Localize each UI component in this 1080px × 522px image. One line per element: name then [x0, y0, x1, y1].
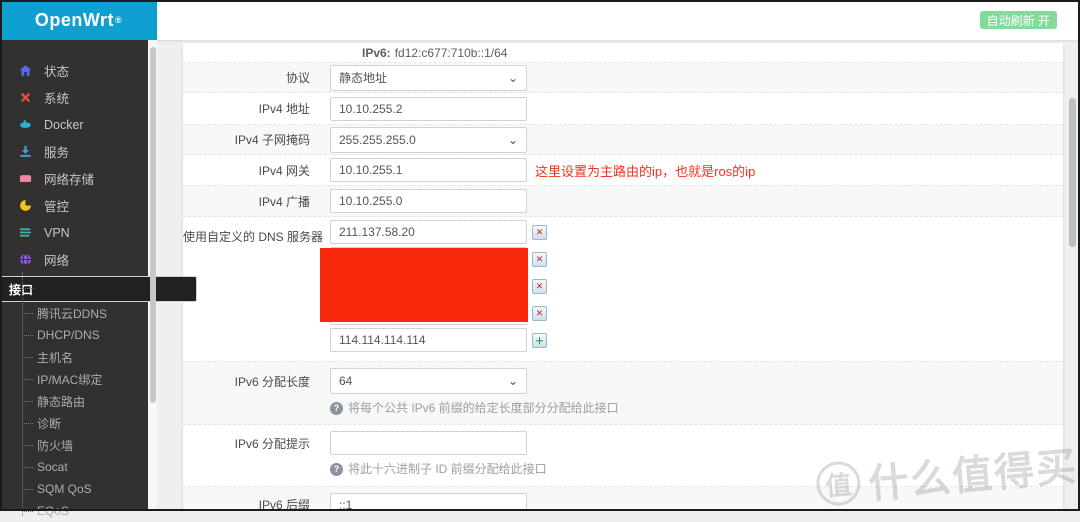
delete-dns-button[interactable]: ✕ [532, 251, 547, 267]
ipv6-assign-hint-row: IPv6 分配提示 ? 将此十六进制子 ID 前缀分配给此接口 [183, 425, 1063, 487]
protocol-row: 协议 静态地址 ⌄ [183, 63, 1063, 93]
ipv4-netmask-label: IPv4 子网掩码 [234, 133, 310, 147]
add-icon: ＋ [534, 335, 544, 346]
sidebar-item-label: 系统 [44, 92, 70, 106]
delete-dns-button[interactable]: ✕ [532, 305, 547, 321]
storage-icon [19, 172, 33, 186]
ipv4-gateway-input[interactable] [330, 158, 527, 182]
redaction-overlay [320, 248, 528, 322]
delete-icon: ✕ [535, 253, 544, 264]
sidebar-item-control[interactable]: 管控 [0, 192, 148, 219]
download-icon [19, 145, 33, 159]
ipv6-info-row: IPv6: fd12:c677:710b::1/64 [183, 43, 1063, 63]
ipv6-suffix-input[interactable] [330, 492, 527, 511]
tools-icon [19, 91, 33, 105]
dns-entry: ✕ [330, 220, 547, 244]
tree-line [22, 272, 23, 516]
ipv4-broadcast-row: IPv4 广播 [183, 186, 1063, 217]
sidebar-item-label: 网络存储 [44, 173, 95, 187]
brand-name: OpenWrt [34, 9, 115, 30]
ipv6-info-value: fd12:c677:710b::1/64 [394, 45, 508, 60]
delete-icon: ✕ [535, 226, 544, 237]
lines-icon [19, 226, 33, 240]
add-dns-button[interactable]: ＋ [532, 332, 547, 348]
sidebar-item-storage[interactable]: 网络存储 [0, 165, 148, 192]
chevron-down-icon: ⌄ [507, 374, 518, 388]
sidebar-item-network[interactable]: 网络 [0, 246, 148, 273]
ipv4-address-input[interactable] [330, 96, 527, 121]
ipv6-assign-length-label: IPv6 分配长度 [234, 374, 310, 389]
interface-form-card: IPv6: fd12:c677:710b::1/64 协议 静态地址 ⌄ IPv… [183, 43, 1063, 511]
auto-refresh-button[interactable]: 自动刷新 开 [979, 11, 1057, 29]
ipv4-gateway-label: IPv4 网关 [258, 163, 310, 178]
ipv4-gateway-row: IPv4 网关 这里设置为主路由的ip，也就是ros的ip [183, 155, 1063, 186]
sidebar-item-interfaces[interactable]: 接口 [0, 276, 197, 302]
ipv6-assign-length-select[interactable]: 64 ⌄ [330, 368, 527, 394]
home-icon [19, 64, 33, 78]
ipv6-suffix-label: IPv6 后缀 [258, 498, 310, 511]
app-logo[interactable]: OpenWrt ® [0, 0, 157, 40]
sidebar-item-label: Docker [44, 117, 84, 132]
sidebar-item-label: VPN [44, 225, 70, 240]
ipv6-assign-hint-input[interactable] [330, 431, 527, 456]
dns-entry: ＋ [330, 328, 547, 352]
ipv4-address-row: IPv4 地址 [183, 93, 1063, 125]
delete-dns-button[interactable]: ✕ [532, 224, 547, 240]
ipv4-broadcast-label: IPv4 广播 [258, 194, 310, 209]
ipv6-suffix-row: IPv6 后缀 ? 可选，允许的值：'eui64'、'random' 和其他固定… [183, 486, 1063, 511]
dns-server-list: ✕ ✕ ✕ ✕ ＋ [320, 220, 547, 355]
globe-icon [19, 253, 33, 267]
sidebar: 状态 系统 Docker 服务 网络存储 管控 VPN 网络 接口 腾讯云DDN… [0, 40, 197, 518]
sidebar-item-services[interactable]: 服务 [0, 138, 148, 165]
sidebar-item-status[interactable]: 状态 [0, 57, 148, 84]
pie-icon [19, 199, 33, 213]
sidebar-item-label: 服务 [44, 146, 70, 160]
main-content: IPv6: fd12:c677:710b::1/64 协议 静态地址 ⌄ IPv… [157, 40, 1080, 511]
ipv6-assign-length-row: IPv6 分配长度 64 ⌄ ? 将每个公共 IPv6 前缀的给定长度部分分配给… [183, 362, 1063, 426]
delete-dns-button[interactable]: ✕ [532, 278, 547, 294]
dns-servers-label: 使用自定义的 DNS 服务器 [183, 230, 324, 244]
sidebar-item-label: 状态 [44, 65, 70, 79]
ipv6-assign-hint-label: IPv6 分配提示 [234, 436, 310, 451]
sidebar-item-docker[interactable]: Docker [0, 111, 148, 138]
registered-mark: ® [115, 15, 123, 25]
chevron-down-icon: ⌄ [507, 70, 518, 85]
ipv4-netmask-row: IPv4 子网掩码 255.255.255.0 ⌄ [183, 125, 1063, 155]
main-scrollbar-thumb[interactable] [1069, 98, 1076, 247]
network-submenu: 接口 腾讯云DDNS DHCP/DNS 主机名 IP/MAC绑定 静态路由 诊断… [0, 272, 197, 522]
delete-icon: ✕ [535, 307, 544, 318]
sidebar-item-system[interactable]: 系统 [0, 84, 148, 111]
gateway-annotation: 这里设置为主路由的ip，也就是ros的ip [535, 163, 756, 179]
sidebar-scrollbar-thumb[interactable] [150, 47, 156, 403]
sidebar-item-vpn[interactable]: VPN [0, 219, 148, 246]
chevron-down-icon: ⌄ [507, 132, 518, 147]
top-bar: 自动刷新 开 [157, 0, 1080, 40]
help-icon: ? [330, 463, 343, 477]
protocol-label: 协议 [285, 71, 310, 85]
ipv4-address-label: IPv4 地址 [258, 102, 310, 116]
dns-server-input[interactable] [330, 220, 527, 244]
ipv6-assign-hint-hint: ? 将此十六进制子 ID 前缀分配给此接口 [330, 461, 1063, 478]
ipv6-assign-length-hint: ? 将每个公共 IPv6 前缀的给定长度部分分配给此接口 [330, 400, 1063, 417]
ipv4-broadcast-input[interactable] [330, 189, 527, 213]
help-icon: ? [330, 402, 343, 415]
sidebar-item-label: 网络 [44, 254, 70, 268]
ipv4-netmask-select[interactable]: 255.255.255.0 ⌄ [330, 126, 527, 153]
sidebar-item-label: 管控 [44, 200, 70, 214]
protocol-select[interactable]: 静态地址 ⌄ [330, 64, 527, 91]
dns-servers-row: 使用自定义的 DNS 服务器 ✕ ✕ ✕ ✕ [183, 217, 1063, 362]
dns-server-input[interactable] [330, 328, 527, 352]
whale-icon [19, 118, 33, 132]
delete-icon: ✕ [535, 280, 544, 291]
ipv6-info-label: IPv6: [362, 45, 391, 60]
